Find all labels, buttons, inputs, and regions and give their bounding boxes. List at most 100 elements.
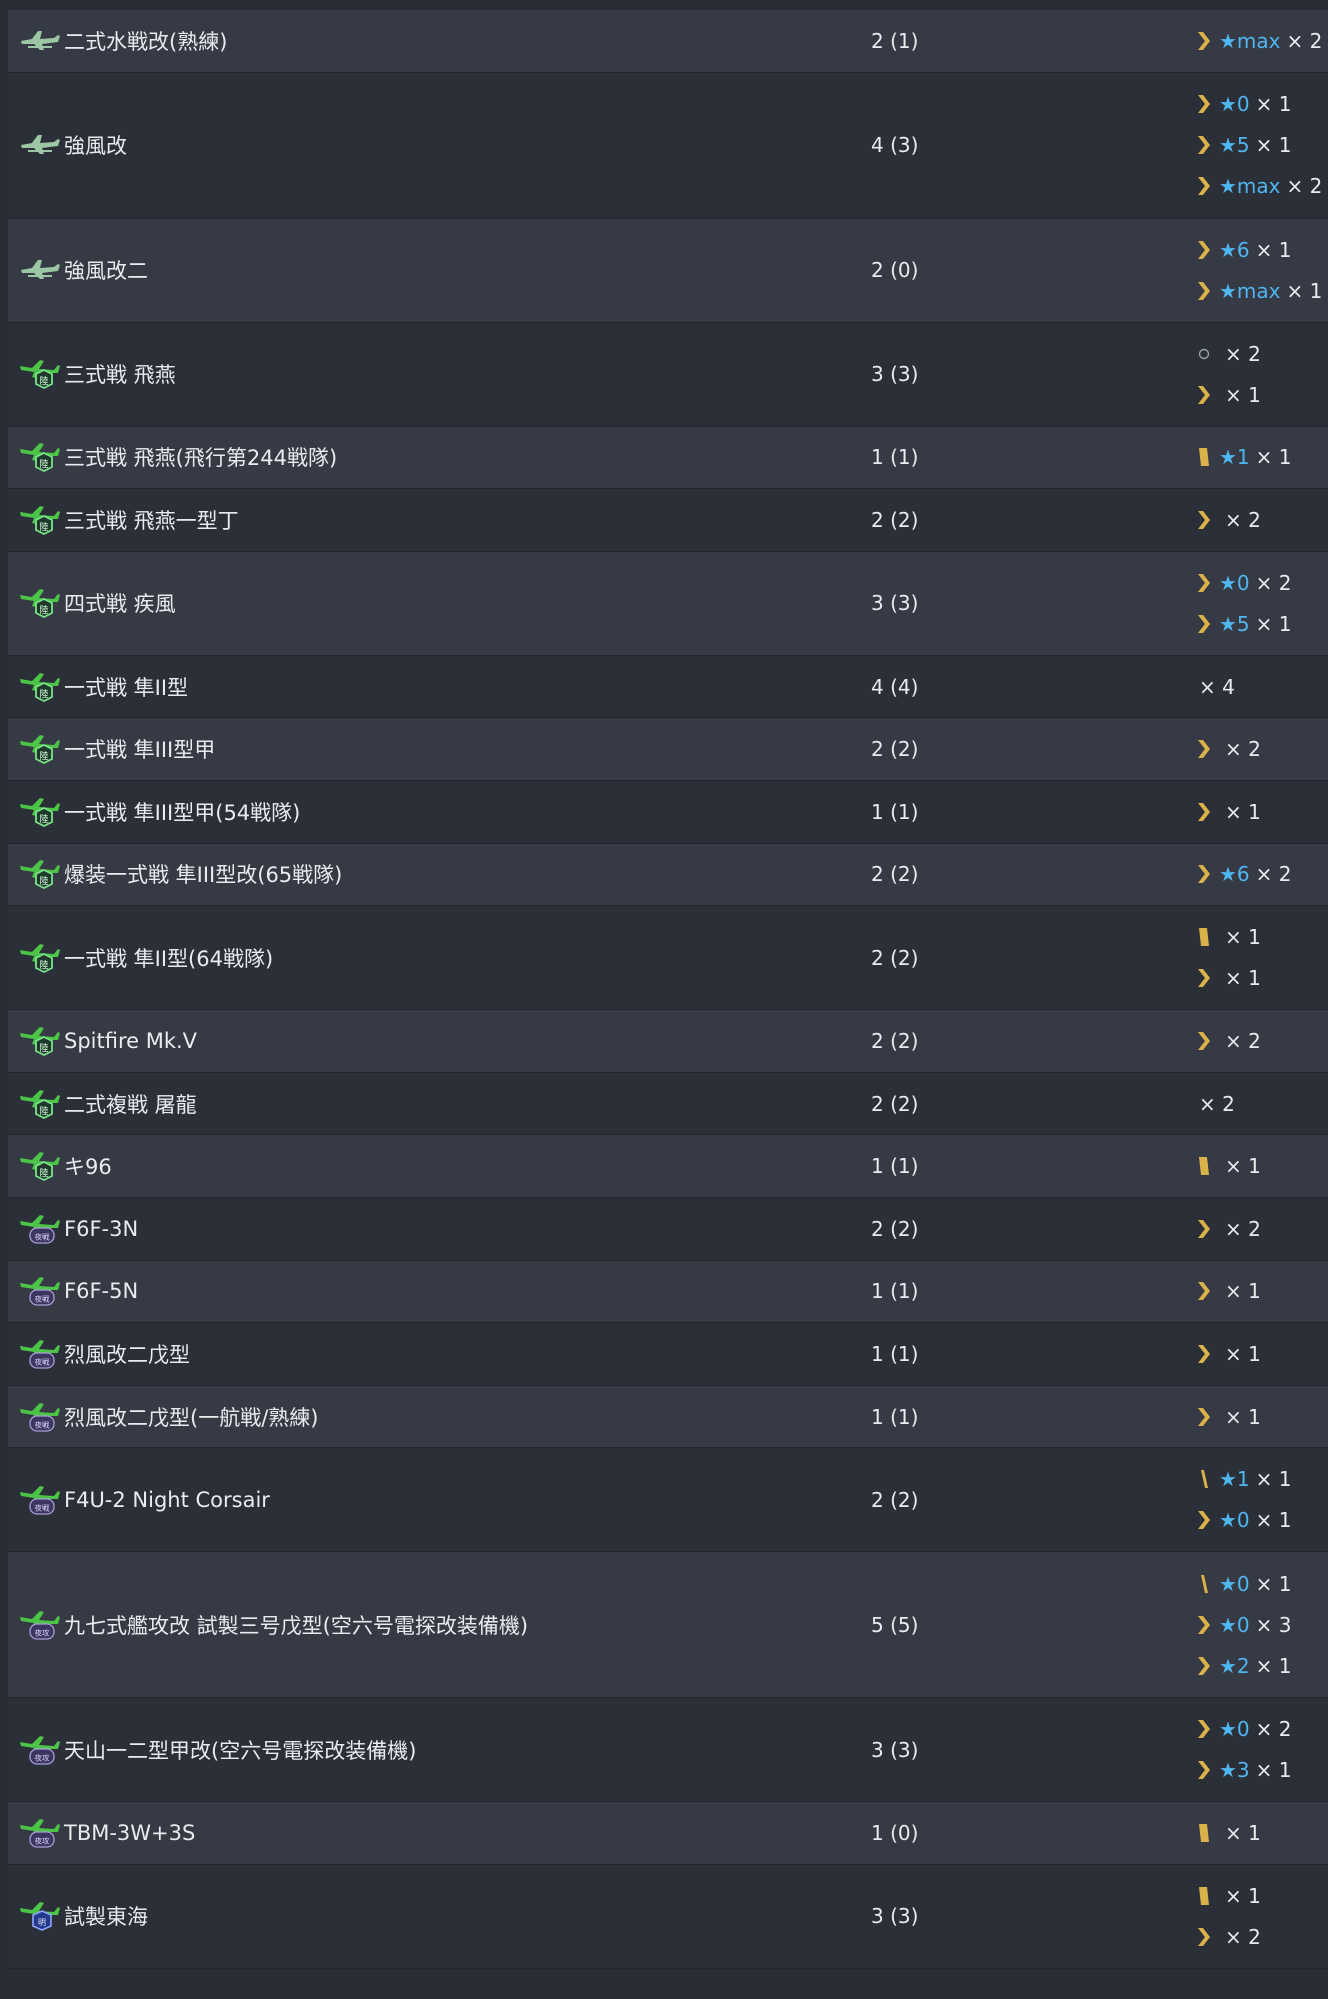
- quantity-multiplier: × 1: [1225, 966, 1261, 991]
- equipment-name-cell: 夜戦 F6F-5N: [8, 1271, 843, 1311]
- quantity-multiplier: × 2: [1286, 28, 1323, 53]
- proficiency-entry: ★6 × 2: [1193, 859, 1328, 890]
- proficiency-chevron-double-icon: [1193, 1343, 1215, 1365]
- proficiency-cell: × 2: [1173, 1088, 1328, 1119]
- table-row: 陸 一式戦 隼III型甲(54戦隊) 1 (1) × 1: [8, 780, 1328, 844]
- proficiency-entry: × 1: [1193, 1401, 1328, 1432]
- svg-text:陸: 陸: [39, 1042, 48, 1054]
- quantity-multiplier: × 1: [1255, 1508, 1292, 1533]
- improvement-star: ★0: [1219, 570, 1250, 595]
- quantity-multiplier: × 2: [1225, 737, 1261, 762]
- equipment-name-cell: 陸 二式複戦 屠龍: [8, 1084, 843, 1124]
- equipment-name: 九七式艦攻改 試製三号戊型(空六号電探改装備機): [64, 1613, 529, 1638]
- proficiency-chevron-double-icon: [1193, 1759, 1215, 1781]
- quantity-multiplier: × 1: [1255, 1653, 1292, 1678]
- proficiency-chevron-double-icon: [1193, 1655, 1215, 1677]
- proficiency-entry: ★5 × 1: [1193, 130, 1328, 161]
- proficiency-cell: ★6 × 2: [1173, 859, 1328, 890]
- night-fighter-icon: 夜戦: [18, 1271, 62, 1311]
- proficiency-entry: × 2: [1193, 338, 1328, 369]
- proficiency-cell: ★0 × 1 ★0 × 3 ★2 × 1: [1173, 1568, 1328, 1681]
- equipment-name-cell: 夜戦 F6F-3N: [8, 1209, 843, 1249]
- proficiency-chevron-double-icon: [1193, 613, 1215, 635]
- proficiency-entry: ★1 × 1: [1193, 1464, 1328, 1495]
- improvement-star: ★5: [1219, 133, 1250, 158]
- svg-text:夜戦: 夜戦: [35, 1231, 50, 1241]
- improvement-star: ★0: [1219, 1571, 1250, 1596]
- proficiency-entry: ★6 × 1: [1193, 234, 1328, 265]
- equipment-name-cell: 二式水戦改(熟練): [8, 21, 843, 61]
- equipment-count: 4 (3): [871, 133, 919, 158]
- equipment-count: 1 (1): [871, 1341, 919, 1366]
- improvement-star: ★max: [1219, 174, 1281, 199]
- proficiency-entry: ★max × 1: [1193, 275, 1328, 306]
- equipment-name: 一式戦 隼III型甲: [64, 738, 216, 763]
- proficiency-entry: × 2: [1193, 734, 1328, 765]
- proficiency-cell: × 1: [1173, 1276, 1328, 1307]
- equipment-name: 三式戦 飛燕(飛行第244戦隊): [64, 446, 338, 471]
- proficiency-entry: × 2: [1193, 1921, 1328, 1952]
- improvement-star: ★0: [1219, 1612, 1250, 1637]
- equipment-name-cell: 強風改: [8, 125, 843, 165]
- table-row: 陸 Spitfire Mk.V 2 (2) × 2: [8, 1010, 1328, 1073]
- proficiency-bar-single-icon: [1193, 446, 1215, 468]
- equipment-name: 一式戦 隼II型: [64, 675, 189, 700]
- svg-text:夜攻: 夜攻: [35, 1836, 50, 1846]
- proficiency-cell: × 2 × 1: [1173, 338, 1328, 410]
- quantity-multiplier: × 2: [1225, 1028, 1261, 1053]
- night-attacker-icon: 夜攻: [18, 1730, 62, 1770]
- equipment-name: 三式戦 飛燕一型丁: [64, 508, 239, 533]
- svg-text:明: 明: [38, 1918, 46, 1927]
- proficiency-bar-thin-icon: [1193, 1468, 1215, 1490]
- equipment-count: 2 (2): [871, 862, 919, 887]
- quantity-multiplier: × 1: [1225, 1404, 1261, 1429]
- proficiency-entry: ★1 × 1: [1193, 442, 1328, 473]
- equipment-count: 2 (2): [871, 945, 919, 970]
- equipment-name: 二式複戦 屠龍: [64, 1092, 197, 1117]
- army-fighter-icon: 陸: [18, 1146, 62, 1186]
- proficiency-chevron-double-icon: [1193, 863, 1215, 885]
- equipment-count: 1 (1): [871, 1154, 919, 1179]
- army-fighter-icon: 陸: [18, 437, 62, 477]
- equipment-count: 3 (3): [871, 1904, 919, 1929]
- army-fighter-icon: 陸: [18, 354, 62, 394]
- proficiency-chevron-double-icon: [1193, 801, 1215, 823]
- proficiency-cell: ★0 × 2 ★3 × 1: [1173, 1714, 1328, 1786]
- equipment-count: 1 (1): [871, 1404, 919, 1429]
- quantity-multiplier: × 1: [1255, 133, 1292, 158]
- proficiency-cell: ★1 × 1 ★0 × 1: [1173, 1464, 1328, 1536]
- equipment-name: F4U-2 Night Corsair: [64, 1487, 270, 1512]
- quantity-multiplier: × 1: [1225, 1154, 1261, 1179]
- equipment-count: 4 (4): [871, 674, 919, 699]
- proficiency-cell: × 2: [1173, 734, 1328, 765]
- quantity-multiplier: × 1: [1286, 278, 1323, 303]
- equipment-count: 2 (0): [871, 258, 919, 283]
- quantity-multiplier: × 1: [1255, 1467, 1292, 1492]
- proficiency-cell: × 1 × 1: [1173, 922, 1328, 994]
- svg-text:陸: 陸: [39, 1167, 48, 1179]
- proficiency-chevron-double-icon: [1193, 93, 1215, 115]
- proficiency-cell: × 1: [1173, 796, 1328, 827]
- equipment-name-cell: 陸 Spitfire Mk.V: [8, 1021, 843, 1061]
- table-row: 陸 三式戦 飛燕 3 (3) × 2 × 1: [8, 322, 1328, 427]
- svg-text:陸: 陸: [39, 813, 48, 825]
- army-fighter-icon: 陸: [18, 667, 62, 707]
- equipment-name-cell: 陸 四式戦 疾風: [8, 583, 843, 623]
- proficiency-entry: ★max × 2: [1193, 25, 1328, 56]
- equipment-count: 3 (3): [871, 1737, 919, 1762]
- proficiency-entry: ★0 × 2: [1193, 567, 1328, 598]
- equipment-name: 四式戦 疾風: [64, 592, 176, 617]
- proficiency-cell: ★0 × 1 ★5 × 1 ★max × 2: [1173, 89, 1328, 202]
- proficiency-chevron-double-icon: [1193, 175, 1215, 197]
- proficiency-chevron-double-icon: [1193, 239, 1215, 261]
- equipment-name-cell: 陸 一式戦 隼II型(64戦隊): [8, 938, 843, 978]
- proficiency-entry: ★3 × 1: [1193, 1755, 1328, 1786]
- table-row: 陸 一式戦 隼III型甲 2 (2) × 2: [8, 718, 1328, 781]
- proficiency-cell: × 4: [1173, 671, 1328, 702]
- equipment-count: 1 (1): [871, 799, 919, 824]
- proficiency-entry: ★0 × 2: [1193, 1714, 1328, 1745]
- proficiency-cell: ★1 × 1: [1173, 442, 1328, 473]
- equipment-name-cell: 陸 一式戦 隼III型甲(54戦隊): [8, 792, 843, 832]
- proficiency-cell: × 2: [1173, 1025, 1328, 1056]
- table-row: 夜攻 TBM-3W+3S 1 (0) × 1: [8, 1802, 1328, 1865]
